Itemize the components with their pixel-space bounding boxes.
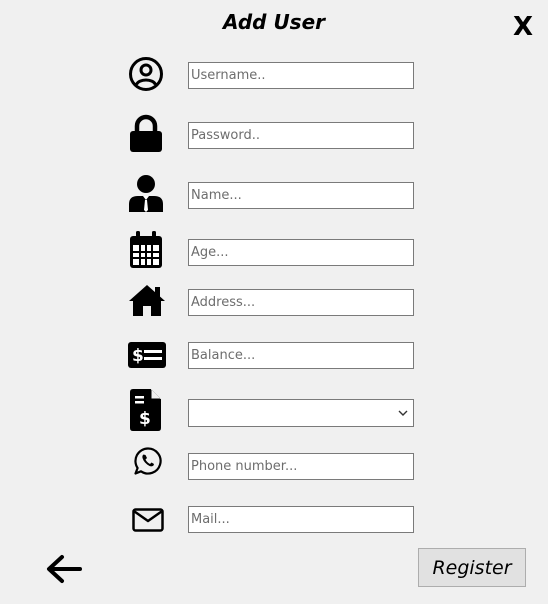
lock-icon — [130, 114, 162, 152]
mail-input[interactable] — [188, 506, 414, 533]
username-input[interactable] — [188, 62, 414, 89]
password-input[interactable] — [188, 122, 414, 149]
whatsapp-icon — [134, 447, 162, 475]
balance-input[interactable] — [188, 342, 414, 369]
user-circle-icon — [129, 57, 163, 91]
arrow-left-icon[interactable] — [44, 552, 84, 586]
envelope-icon — [132, 508, 164, 532]
window-title: Add User — [222, 10, 326, 34]
person-tie-icon — [129, 175, 163, 212]
account-type-select[interactable] — [188, 399, 414, 427]
phone-input[interactable] — [188, 453, 414, 480]
svg-text:$: $ — [139, 409, 151, 429]
register-button[interactable]: Register — [418, 548, 526, 587]
home-icon — [129, 285, 165, 316]
invoice-dollar-icon: $ — [130, 389, 161, 431]
name-input[interactable] — [188, 182, 414, 209]
chevron-down-icon — [398, 410, 408, 416]
calendar-icon — [130, 231, 162, 268]
address-input[interactable] — [188, 289, 414, 316]
svg-text:$: $ — [132, 346, 144, 366]
age-input[interactable] — [188, 239, 414, 266]
close-button[interactable]: X — [510, 12, 536, 42]
money-bill-icon: $ — [128, 342, 166, 368]
